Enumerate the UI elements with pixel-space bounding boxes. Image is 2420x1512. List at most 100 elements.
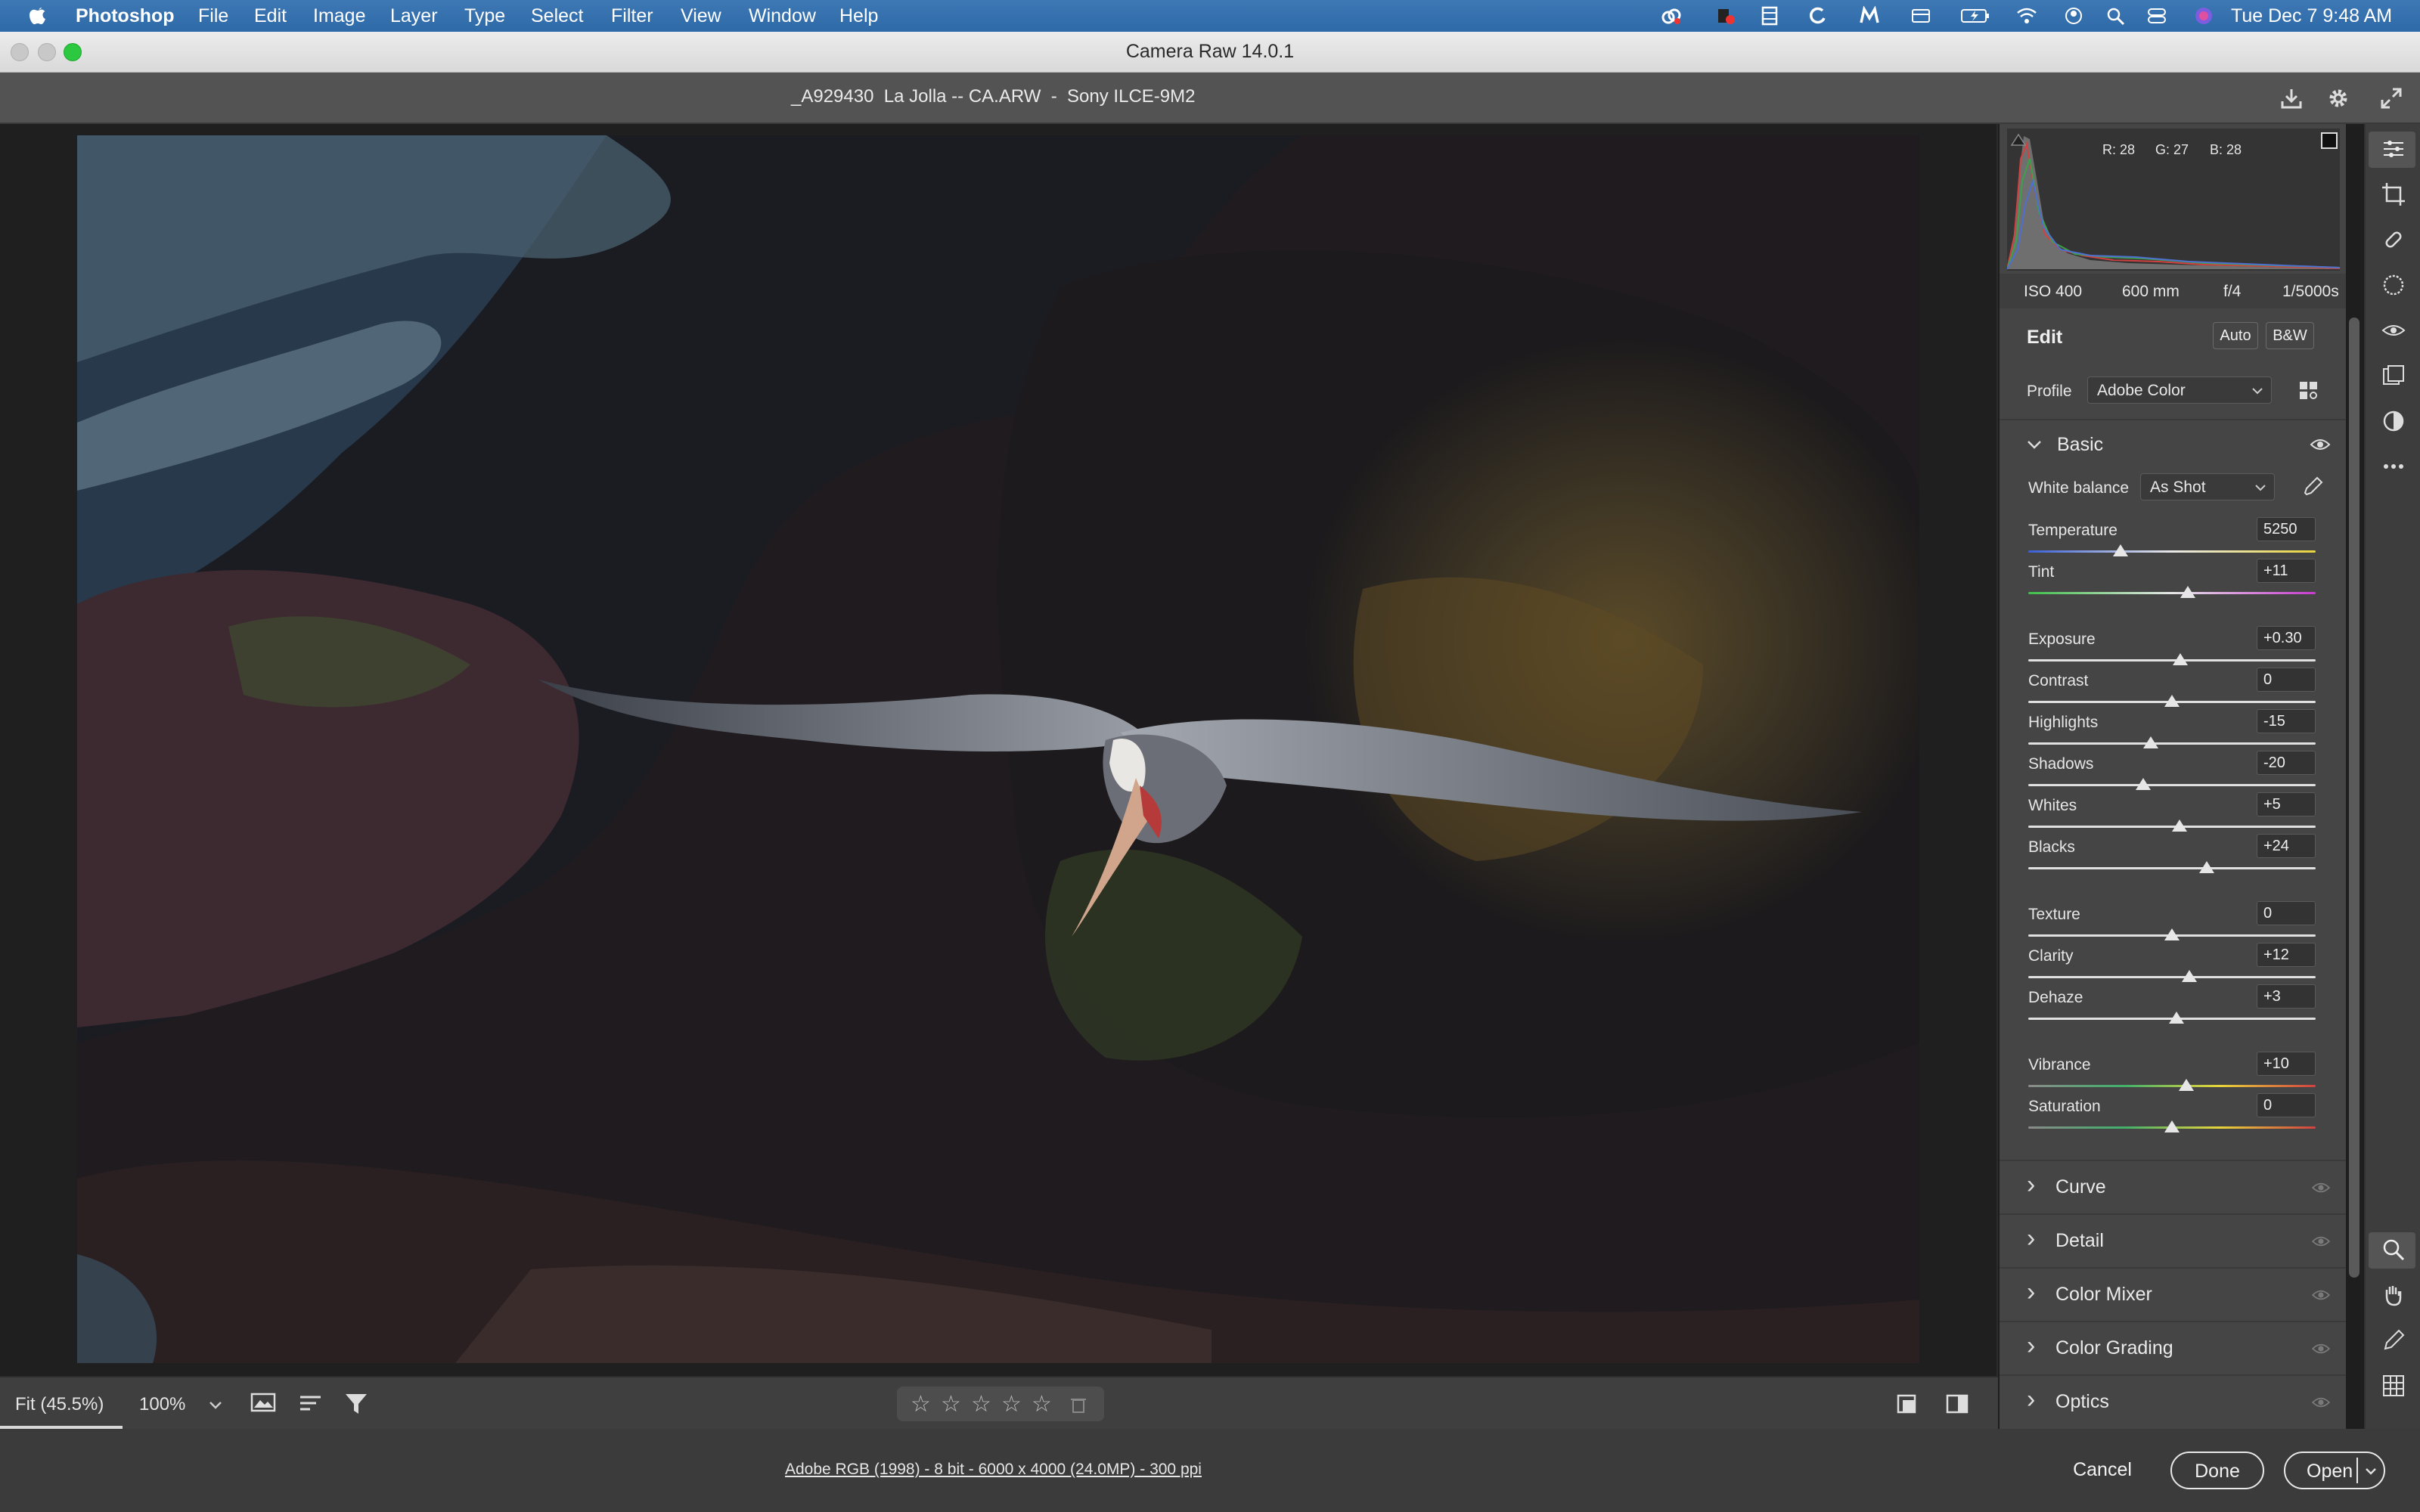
clarity-slider-thumb[interactable] <box>2181 970 2197 982</box>
menu-layer[interactable]: Layer <box>390 5 438 27</box>
clock[interactable]: Tue Dec 7 9:48 AM <box>2231 5 2392 27</box>
highlight-clipping-icon[interactable] <box>2320 132 2338 150</box>
masking-icon[interactable] <box>2381 272 2406 298</box>
menu-filter[interactable]: Filter <box>611 5 653 27</box>
siri-icon[interactable] <box>2193 6 2214 26</box>
color-mixer-visibility-eye-icon[interactable] <box>2311 1288 2331 1302</box>
color-mixer-expand-chevron-icon[interactable]: › <box>2027 1278 2035 1307</box>
vibrance-slider-thumb[interactable] <box>2179 1079 2194 1091</box>
done-button[interactable]: Done <box>2170 1452 2264 1489</box>
exposure-slider-thumb[interactable] <box>2173 653 2189 665</box>
zoom-magnifier-icon[interactable] <box>2381 1237 2406 1263</box>
section-detail[interactable]: › Detail <box>2000 1213 2346 1266</box>
blacks-slider-thumb[interactable] <box>2198 861 2214 873</box>
auto-button[interactable]: Auto <box>2213 322 2258 349</box>
filter-funnel-icon[interactable] <box>343 1391 369 1417</box>
curve-expand-chevron-icon[interactable]: › <box>2027 1170 2035 1200</box>
menu-help[interactable]: Help <box>839 5 878 27</box>
spotlight-search-icon[interactable] <box>2105 6 2127 26</box>
color-sampler-icon[interactable] <box>2381 1328 2406 1353</box>
histogram[interactable]: R: 28 G: 27 B: 28 <box>2006 129 2341 271</box>
clarity-value-input[interactable]: +12 <box>2257 943 2316 967</box>
hand-tool-icon[interactable] <box>2381 1282 2406 1308</box>
open-options-chevron-icon[interactable] <box>2364 1465 2378 1477</box>
battery-icon[interactable] <box>1960 6 1990 26</box>
zoom-100-button[interactable]: 100% <box>139 1394 185 1415</box>
film-icon[interactable] <box>1759 6 1780 26</box>
temperature-slider-track[interactable] <box>2028 550 2316 553</box>
highlights-value-input[interactable]: -15 <box>2257 709 2316 733</box>
grid-overlay-icon[interactable] <box>2381 1373 2406 1399</box>
shadow-clipping-icon[interactable] <box>2010 132 2027 148</box>
card-icon[interactable] <box>1910 6 1931 26</box>
exposure-value-input[interactable]: +0.30 <box>2257 626 2316 650</box>
zoom-fit-button[interactable]: Fit (45.5%) <box>15 1394 104 1415</box>
panel-scrollbar[interactable] <box>2349 318 2360 1278</box>
before-after-icon[interactable] <box>1945 1393 1969 1415</box>
basic-section-title[interactable]: Basic <box>2057 434 2103 456</box>
section-curve[interactable]: › Curve <box>2000 1160 2346 1213</box>
edit-sliders-icon[interactable] <box>2381 136 2406 162</box>
shadows-value-input[interactable]: -20 <box>2257 751 2316 775</box>
snapshots-icon[interactable] <box>2381 408 2406 434</box>
star-3-icon[interactable]: ☆ <box>971 1391 991 1418</box>
user-icon[interactable] <box>2063 6 2084 26</box>
whites-slider-thumb[interactable] <box>2171 820 2187 832</box>
menu-file[interactable]: File <box>198 5 228 27</box>
star-4-icon[interactable]: ☆ <box>1001 1391 1022 1418</box>
red-eye-icon[interactable] <box>2381 318 2406 343</box>
optics-expand-chevron-icon[interactable]: › <box>2027 1385 2035 1414</box>
menu-app-name[interactable]: Photoshop <box>76 5 175 27</box>
more-options-icon[interactable] <box>2381 454 2406 479</box>
exposure-slider-track[interactable] <box>2028 659 2316 662</box>
contrast-slider-thumb[interactable] <box>2164 695 2180 707</box>
menu-edit[interactable]: Edit <box>254 5 287 27</box>
blacks-slider-track[interactable] <box>2028 867 2316 869</box>
section-color-grading[interactable]: › Color Grading <box>2000 1321 2346 1374</box>
temperature-value-input[interactable]: 5250 <box>2257 517 2316 541</box>
white-balance-eyedropper-icon[interactable] <box>2301 475 2325 499</box>
cancel-button[interactable]: Cancel <box>2057 1452 2148 1489</box>
section-color-mixer[interactable]: › Color Mixer <box>2000 1267 2346 1320</box>
menu-select[interactable]: Select <box>531 5 583 27</box>
section-optics[interactable]: › Optics <box>2000 1374 2346 1427</box>
apple-icon[interactable] <box>27 5 48 27</box>
menu-type[interactable]: Type <box>464 5 505 27</box>
tint-slider-track[interactable] <box>2028 592 2316 594</box>
record-icon[interactable] <box>1715 6 1736 26</box>
whites-value-input[interactable]: +5 <box>2257 792 2316 816</box>
workflow-options-link[interactable]: Adobe RGB (1998) - 8 bit - 6000 x 4000 (… <box>785 1461 1202 1479</box>
clarity-slider-track[interactable] <box>2028 976 2316 978</box>
vibrance-value-input[interactable]: +10 <box>2257 1052 2316 1076</box>
tint-slider-thumb[interactable] <box>2180 586 2195 598</box>
white-balance-select[interactable]: As Shot <box>2140 473 2275 500</box>
menu-view[interactable]: View <box>681 5 721 27</box>
photo-preview[interactable] <box>77 135 1919 1363</box>
star-1-icon[interactable]: ☆ <box>911 1391 931 1418</box>
bw-button[interactable]: B&W <box>2266 322 2314 349</box>
open-button[interactable]: Open <box>2284 1452 2385 1489</box>
vibrance-slider-track[interactable] <box>2028 1085 2316 1087</box>
creative-cloud-icon[interactable] <box>1661 6 1682 26</box>
highlights-slider-track[interactable] <box>2028 742 2316 745</box>
basic-collapse-chevron-icon[interactable] <box>2025 437 2043 452</box>
zoom-dropdown-chevron-icon[interactable] <box>207 1397 224 1412</box>
highlights-slider-thumb[interactable] <box>2142 736 2158 748</box>
wifi-icon[interactable] <box>2016 6 2037 26</box>
single-view-icon[interactable] <box>1895 1393 1918 1415</box>
m-app-icon[interactable] <box>1859 6 1880 26</box>
filmstrip-toggle-icon[interactable] <box>250 1391 280 1417</box>
save-image-icon[interactable] <box>2279 86 2304 110</box>
contrast-value-input[interactable]: 0 <box>2257 668 2316 692</box>
dehaze-value-input[interactable]: +3 <box>2257 984 2316 1009</box>
curve-visibility-eye-icon[interactable] <box>2311 1181 2331 1194</box>
saturation-value-input[interactable]: 0 <box>2257 1093 2316 1117</box>
color-grading-visibility-eye-icon[interactable] <box>2311 1342 2331 1356</box>
sort-icon[interactable] <box>298 1391 325 1417</box>
texture-slider-thumb[interactable] <box>2164 928 2180 940</box>
settings-gear-icon[interactable] <box>2326 86 2350 110</box>
temperature-slider-thumb[interactable] <box>2112 544 2128 556</box>
basic-visibility-eye-icon[interactable] <box>2310 437 2331 452</box>
color-grading-expand-chevron-icon[interactable]: › <box>2027 1331 2035 1361</box>
dehaze-slider-thumb[interactable] <box>2168 1012 2184 1024</box>
